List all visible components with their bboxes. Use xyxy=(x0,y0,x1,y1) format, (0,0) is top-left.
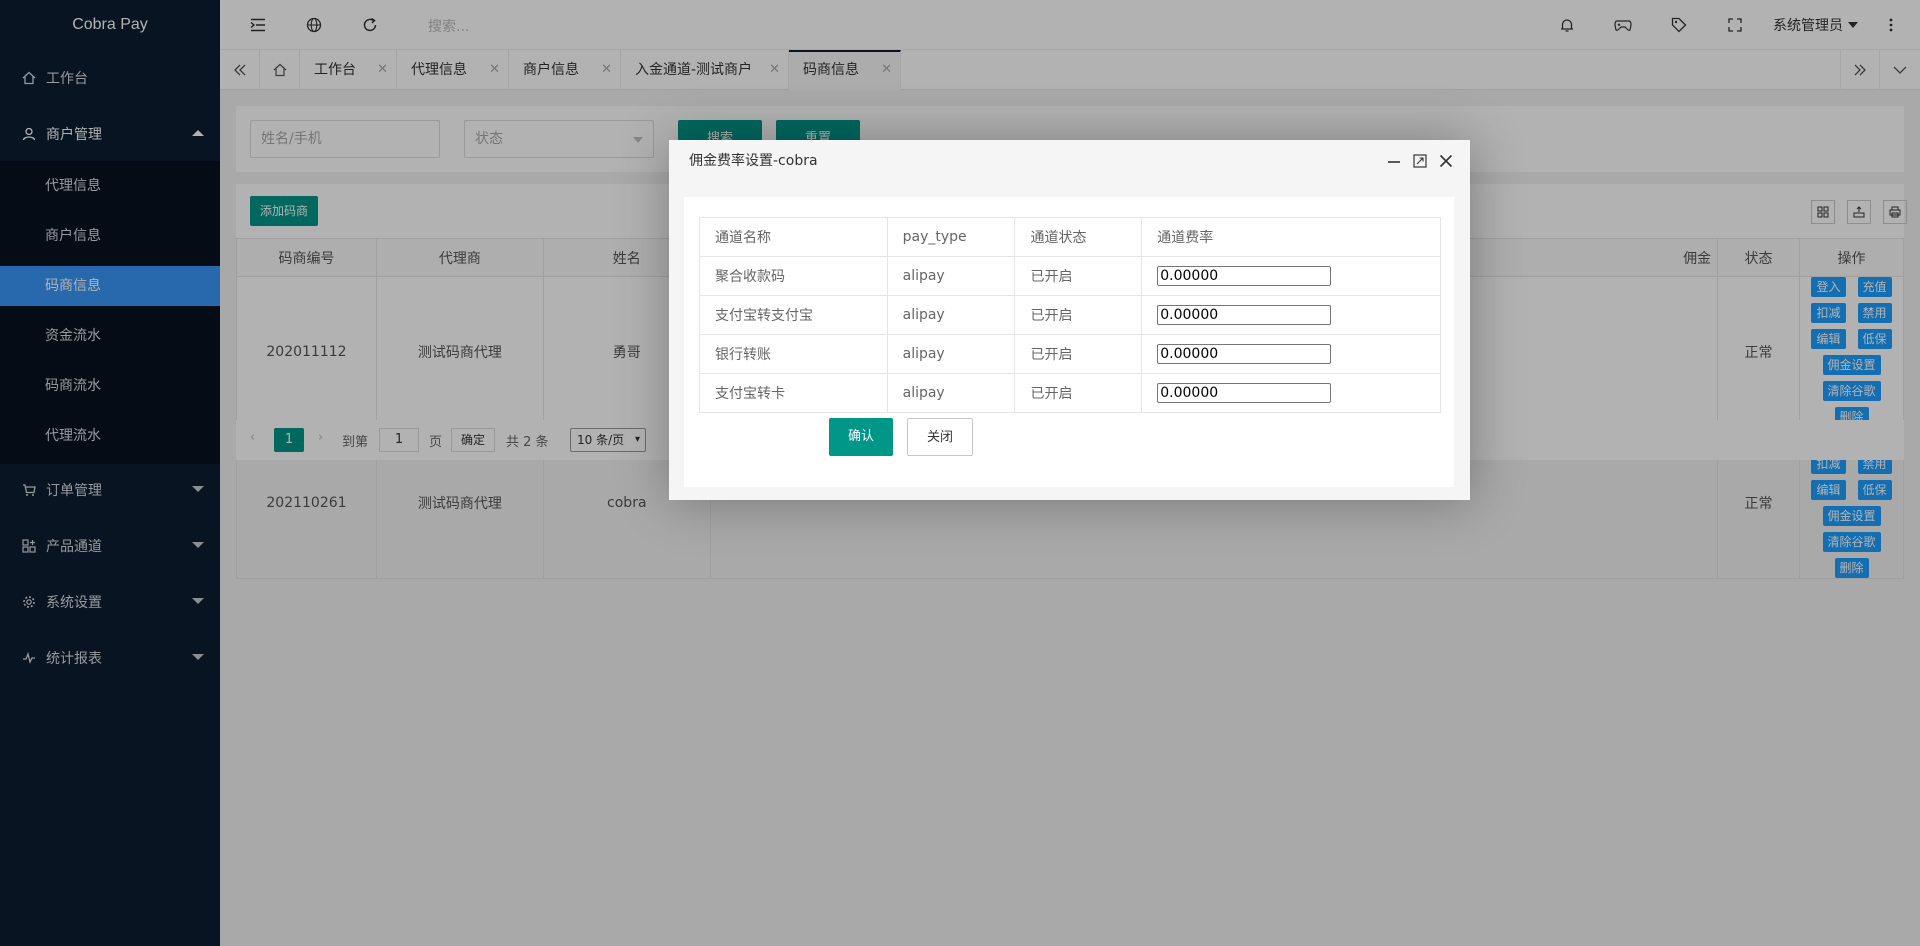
channel-status: 已开启 xyxy=(1014,295,1143,335)
close-icon[interactable] xyxy=(1439,154,1453,168)
commission-rate-modal: 佣金费率设置-cobra 通道名称 pay_type 通道状态 通道费率 聚合收… xyxy=(669,140,1470,500)
col-header: pay_type xyxy=(886,217,1016,257)
rate-cell xyxy=(1141,295,1441,335)
rate-table: 通道名称 pay_type 通道状态 通道费率 聚合收款码 alipay 已开启… xyxy=(699,217,1441,413)
channel-status: 已开启 xyxy=(1014,256,1143,296)
rate-row: 支付宝转卡 alipay 已开启 xyxy=(699,373,1441,413)
rate-input[interactable] xyxy=(1157,266,1332,286)
col-header: 通道名称 xyxy=(699,217,888,257)
col-header: 通道费率 xyxy=(1141,217,1441,257)
pay-type: alipay xyxy=(886,256,1016,296)
modal-body: 通道名称 pay_type 通道状态 通道费率 聚合收款码 alipay 已开启… xyxy=(684,197,1454,487)
channel-name: 银行转账 xyxy=(699,334,888,374)
rate-input[interactable] xyxy=(1157,344,1332,364)
rate-input[interactable] xyxy=(1157,383,1332,403)
channel-name: 聚合收款码 xyxy=(699,256,888,296)
rate-cell xyxy=(1141,373,1441,413)
rate-row: 聚合收款码 alipay 已开启 xyxy=(699,256,1441,296)
rate-input[interactable] xyxy=(1157,305,1332,325)
confirm-button[interactable]: 确认 xyxy=(829,418,893,456)
rate-cell xyxy=(1141,334,1441,374)
channel-name: 支付宝转卡 xyxy=(699,373,888,413)
channel-status: 已开启 xyxy=(1014,373,1143,413)
col-header: 通道状态 xyxy=(1014,217,1143,257)
rate-table-header: 通道名称 pay_type 通道状态 通道费率 xyxy=(699,217,1441,257)
minimize-icon[interactable] xyxy=(1387,154,1401,168)
pay-type: alipay xyxy=(886,373,1016,413)
rate-row: 银行转账 alipay 已开启 xyxy=(699,334,1441,374)
modal-title: 佣金费率设置-cobra xyxy=(689,153,818,169)
channel-status: 已开启 xyxy=(1014,334,1143,374)
rate-cell xyxy=(1141,256,1441,296)
maximize-icon[interactable] xyxy=(1413,154,1427,168)
pay-type: alipay xyxy=(886,295,1016,335)
rate-row: 支付宝转支付宝 alipay 已开启 xyxy=(699,295,1441,335)
channel-name: 支付宝转支付宝 xyxy=(699,295,888,335)
pay-type: alipay xyxy=(886,334,1016,374)
close-button[interactable]: 关闭 xyxy=(907,418,973,456)
